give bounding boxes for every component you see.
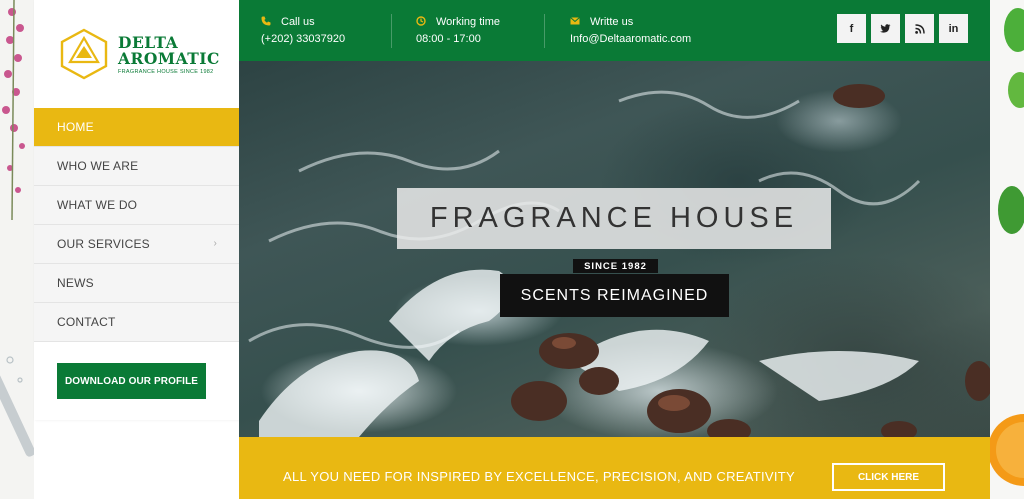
twitter-icon [880,23,891,33]
logo-text: DELTA AROMATIC FRAGRANCE HOUSE SINCE 198… [118,35,220,76]
topbar-divider [391,14,392,48]
nav-item-label: OUR SERVICES [57,237,150,251]
nav-item-our-services[interactable]: OUR SERVICES › [34,225,239,264]
main-nav: HOME WHO WE ARE WHAT WE DO OUR SERVICES … [34,108,239,342]
working-time-value: 08:00 - 17:00 [416,33,481,45]
nav-item-label: WHO WE ARE [57,159,139,173]
logo-tagline: FRAGRANCE HOUSE SINCE 1982 [118,69,214,75]
linkedin-icon: in [948,22,959,35]
cta-band: ALL YOU NEED FOR INSPIRED BY EXCELLENCE,… [239,437,990,499]
working-time-info: Working time 08:00 - 17:00 [416,14,500,47]
cta-text: ALL YOU NEED FOR INSPIRED BY EXCELLENCE,… [283,469,796,484]
click-here-button[interactable]: CLICK HERE [832,463,945,491]
nav-item-label: CONTACT [57,315,116,329]
twitter-button[interactable] [871,14,900,43]
hero-banner: FRAGRANCE HOUSE SINCE 1982 SCENTS REIMAG… [239,61,990,437]
citrus-image [990,8,1024,486]
phone-icon [261,16,271,26]
lavender-image [0,0,34,457]
sidebar: DELTA AROMATIC FRAGRANCE HOUSE SINCE 198… [34,0,239,420]
rss-icon [914,23,925,34]
email-label: Writte us [590,16,634,28]
logo-name-line2: AROMATIC [118,49,220,68]
hexagon-logo-icon [60,28,108,80]
nav-item-contact[interactable]: CONTACT [34,303,239,342]
facebook-button[interactable]: f [837,14,866,43]
call-number: (+202) 33037920 [261,33,346,45]
decor-flowers-left [0,0,34,499]
nav-item-news[interactable]: NEWS [34,264,239,303]
top-info-bar: Call us (+202) 33037920 Working time 08:… [239,0,990,61]
email-info[interactable]: Writte us Info@Deltaaromatic.com [570,14,691,47]
nav-item-home[interactable]: HOME [34,108,239,147]
clock-icon [416,16,426,26]
hero-since-badge: SINCE 1982 [573,259,658,273]
logo[interactable]: DELTA AROMATIC FRAGRANCE HOUSE SINCE 198… [58,24,228,84]
working-time-label: Working time [436,16,500,28]
decor-fruit-right [990,0,1024,499]
nav-item-label: HOME [57,120,94,134]
facebook-icon: f [849,22,854,35]
hero-subtitle: SCENTS REIMAGINED [500,274,729,317]
download-profile-button[interactable]: DOWNLOAD OUR PROFILE [57,363,206,399]
email-address: Info@Deltaaromatic.com [570,33,692,45]
ocean-waves-image [248,84,990,437]
rss-button[interactable] [905,14,934,43]
hero-title: FRAGRANCE HOUSE [397,188,831,249]
chevron-right-icon: › [213,238,217,249]
nav-item-who-we-are[interactable]: WHO WE ARE [34,147,239,186]
envelope-icon [570,17,580,25]
nav-item-label: WHAT WE DO [57,198,138,212]
call-label: Call us [281,16,315,28]
nav-item-label: NEWS [57,276,94,290]
linkedin-button[interactable]: in [939,14,968,43]
call-info[interactable]: Call us (+202) 33037920 [261,14,345,47]
nav-item-what-we-do[interactable]: WHAT WE DO [34,186,239,225]
topbar-divider [544,14,545,48]
